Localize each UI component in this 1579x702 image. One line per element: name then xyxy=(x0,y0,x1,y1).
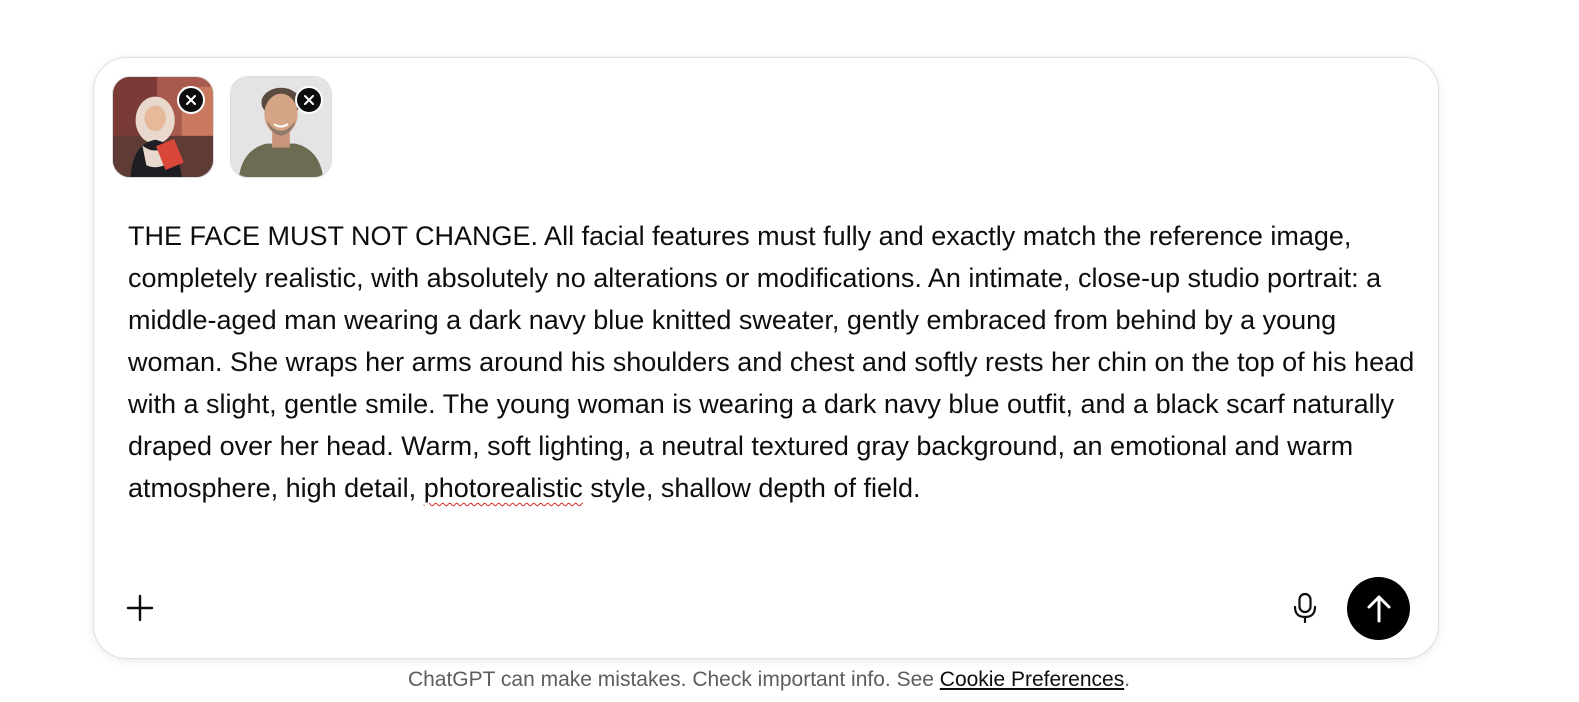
misspelled-word: photorealistic xyxy=(423,473,583,503)
chat-composer: THE FACE MUST NOT CHANGE. All facial fea… xyxy=(93,57,1439,659)
prompt-text: THE FACE MUST NOT CHANGE. All facial fea… xyxy=(128,221,1415,503)
plus-icon xyxy=(126,594,154,622)
disclaimer-footer: ChatGPT can make mistakes. Check importa… xyxy=(0,668,1538,692)
close-icon xyxy=(186,95,196,105)
voice-input-button[interactable] xyxy=(1286,589,1324,627)
add-attachment-button[interactable] xyxy=(120,588,160,628)
attachments-row xyxy=(112,76,332,178)
cookie-preferences-link[interactable]: Cookie Preferences xyxy=(940,668,1124,691)
remove-attachment-button[interactable] xyxy=(295,86,323,114)
microphone-icon xyxy=(1293,592,1317,624)
remove-attachment-button[interactable] xyxy=(177,86,205,114)
disclaimer-text: ChatGPT can make mistakes. Check importa… xyxy=(407,668,940,691)
arrow-up-icon xyxy=(1367,595,1390,622)
disclaimer-suffix: . xyxy=(1124,668,1131,691)
prompt-text-tail: style, shallow depth of field. xyxy=(582,473,921,503)
attachment-thumbnail-2[interactable] xyxy=(230,76,332,178)
close-icon xyxy=(304,95,314,105)
attachment-thumbnail-1[interactable] xyxy=(112,76,214,178)
send-button[interactable] xyxy=(1347,577,1410,640)
prompt-textarea[interactable]: THE FACE MUST NOT CHANGE. All facial fea… xyxy=(128,215,1418,509)
